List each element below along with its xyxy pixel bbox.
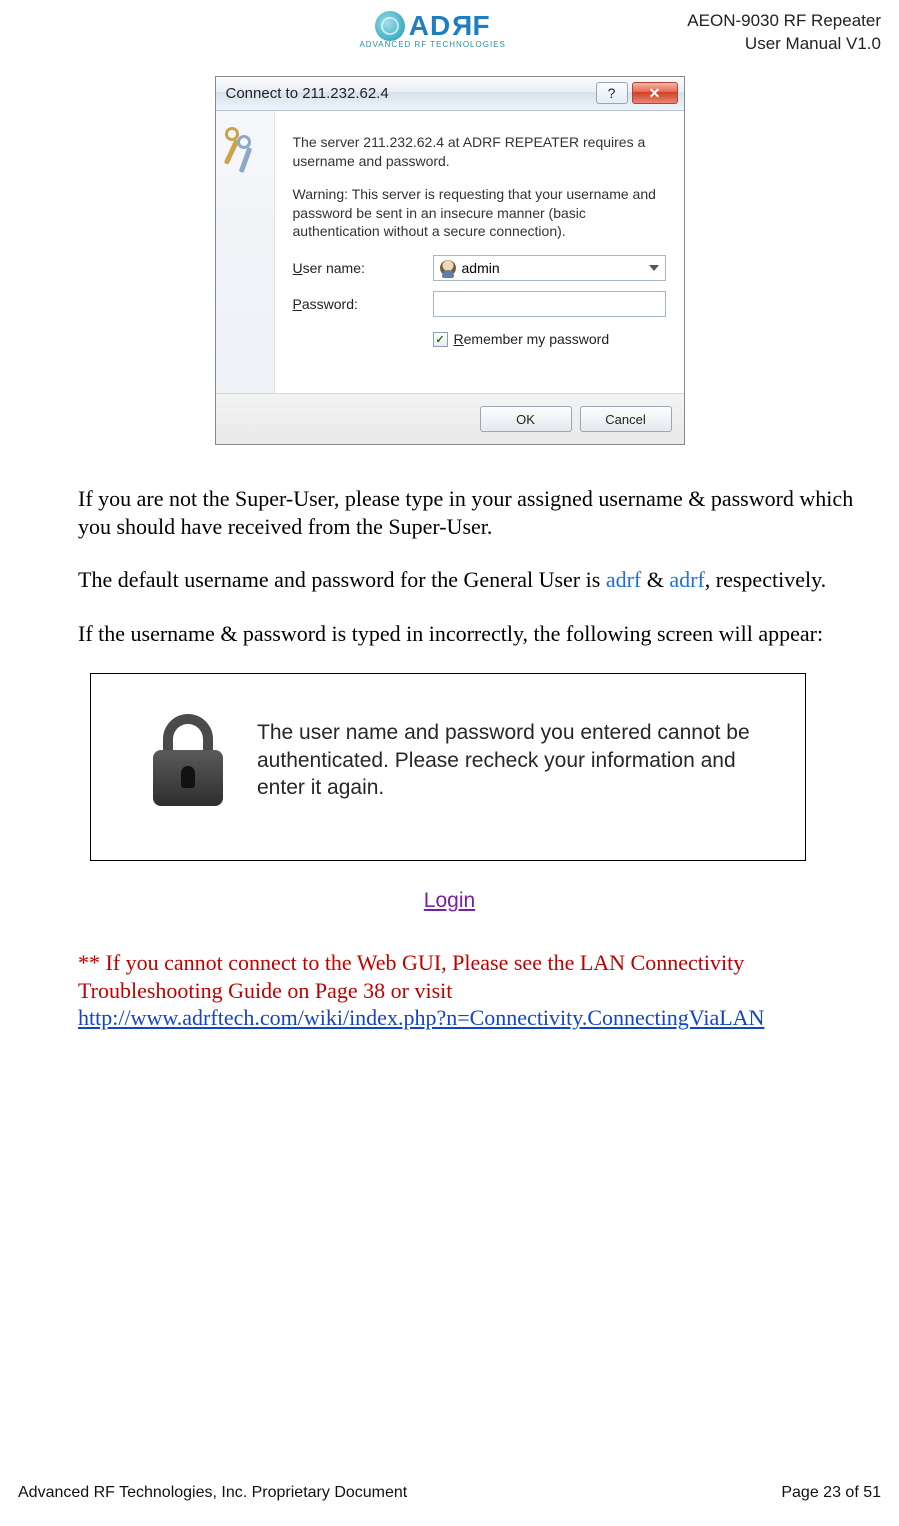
close-button[interactable]: ✕: [632, 82, 678, 104]
cancel-button[interactable]: Cancel: [580, 406, 672, 432]
troubleshoot-url[interactable]: http://www.adrftech.com/wiki/index.php?n…: [78, 1005, 764, 1030]
doc-title-line2: User Manual V1.0: [687, 33, 881, 56]
chevron-down-icon[interactable]: [649, 265, 659, 271]
auth-dialog-titlebar: Connect to 211.232.62.4 ? ✕: [216, 77, 684, 111]
username-combobox[interactable]: [433, 255, 666, 281]
footer-left: Advanced RF Technologies, Inc. Proprieta…: [18, 1484, 407, 1502]
remember-password-label: Remember my password: [454, 331, 610, 347]
logo-mark-icon: [375, 11, 405, 41]
page-header: ADRF ADVANCED RF TECHNOLOGIES AEON-9030 …: [18, 10, 881, 56]
troubleshoot-note: ** If you cannot connect to the Web GUI,…: [78, 949, 881, 1032]
password-label: Password:: [293, 296, 433, 312]
p2amp: &: [641, 567, 669, 592]
login-link[interactable]: Login: [424, 889, 475, 912]
footer-right: Page 23 of 51: [781, 1484, 881, 1502]
paragraph-super-user: If you are not the Super-User, please ty…: [78, 485, 881, 540]
doc-title-line1: AEON-9030 RF Repeater: [687, 10, 881, 33]
auth-error-text: The user name and password you entered c…: [257, 719, 787, 801]
password-input[interactable]: [433, 291, 666, 317]
lock-icon: [149, 714, 227, 806]
auth-error-panel: The user name and password you entered c…: [90, 673, 806, 861]
login-link-wrap: Login: [18, 889, 881, 913]
doc-title: AEON-9030 RF Repeater User Manual V1.0: [687, 10, 881, 56]
remember-password-checkbox[interactable]: ✓: [433, 332, 448, 347]
default-password: adrf: [669, 567, 704, 592]
p2a: The default username and password for th…: [78, 567, 606, 592]
paragraph-default-creds: The default username and password for th…: [78, 566, 881, 594]
auth-dialog: Connect to 211.232.62.4 ? ✕ The server 2…: [215, 76, 685, 445]
logo-letters: ADRF: [409, 10, 491, 42]
troubleshoot-text: ** If you cannot connect to the Web GUI,…: [78, 950, 744, 1003]
paragraph-incorrect: If the username & password is typed in i…: [78, 620, 881, 648]
help-button[interactable]: ?: [596, 82, 628, 104]
auth-dialog-buttons: OK Cancel: [216, 393, 684, 444]
remember-password-row[interactable]: ✓ Remember my password: [433, 331, 666, 347]
default-username: adrf: [606, 567, 641, 592]
logo-subtitle: ADVANCED RF TECHNOLOGIES: [359, 40, 505, 49]
page-footer: Advanced RF Technologies, Inc. Proprieta…: [18, 1484, 881, 1502]
username-label: User name:: [293, 260, 433, 276]
user-icon: [440, 260, 456, 276]
auth-msg-1: The server 211.232.62.4 at ADRF REPEATER…: [293, 133, 666, 171]
auth-dialog-title: Connect to 211.232.62.4: [226, 85, 592, 102]
auth-msg-2: Warning: This server is requesting that …: [293, 185, 666, 242]
ok-button[interactable]: OK: [480, 406, 572, 432]
logo: ADRF ADVANCED RF TECHNOLOGIES: [178, 10, 687, 49]
username-input[interactable]: [462, 260, 643, 276]
p2b: , respectively.: [705, 567, 826, 592]
keys-icon: [223, 125, 267, 169]
auth-dialog-sidebar: [216, 111, 275, 393]
